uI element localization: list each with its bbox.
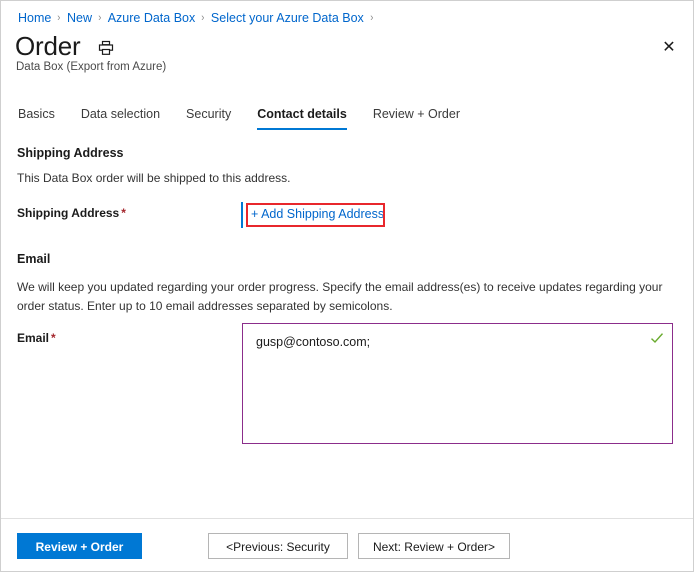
- add-shipping-address-control[interactable]: + Add Shipping Address: [241, 202, 391, 228]
- breadcrumb: Home › New › Azure Data Box › Select you…: [18, 9, 379, 27]
- title-row: Order: [15, 31, 114, 61]
- email-input-value: gusp@contoso.com;: [256, 335, 371, 349]
- order-blade-window: Home › New › Azure Data Box › Select you…: [0, 0, 694, 572]
- breadcrumb-item-azure-data-box[interactable]: Azure Data Box: [108, 11, 196, 25]
- email-description: We will keep you updated regarding your …: [17, 280, 663, 313]
- breadcrumb-item-home[interactable]: Home: [18, 11, 51, 25]
- page-subtitle: Data Box (Export from Azure): [16, 61, 167, 73]
- tab-security[interactable]: Security: [186, 107, 231, 130]
- tab-bar: Basics Data selection Security Contact d…: [18, 107, 486, 135]
- tab-contact-details[interactable]: Contact details: [257, 107, 347, 130]
- next-review-order-button[interactable]: Next: Review + Order>: [358, 532, 510, 559]
- page-title: Order: [15, 31, 81, 61]
- printer-icon[interactable]: [98, 40, 114, 56]
- previous-security-button[interactable]: <Previous: Security: [208, 532, 348, 559]
- required-marker: *: [121, 206, 126, 220]
- email-heading: Email: [17, 252, 51, 266]
- required-marker: *: [51, 331, 56, 345]
- tab-basics[interactable]: Basics: [18, 107, 55, 130]
- tab-review-order[interactable]: Review + Order: [373, 107, 460, 130]
- email-input[interactable]: gusp@contoso.com;: [242, 323, 673, 444]
- tab-data-selection[interactable]: Data selection: [81, 107, 160, 130]
- close-icon[interactable]: ✕: [658, 37, 680, 59]
- breadcrumb-item-select-your-azure-data-box[interactable]: Select your Azure Data Box: [211, 11, 364, 25]
- shipping-address-description: This Data Box order will be shipped to t…: [17, 171, 291, 185]
- breadcrumb-separator-icon: ›: [98, 12, 102, 24]
- breadcrumb-item-new[interactable]: New: [67, 11, 92, 25]
- breadcrumb-separator-icon: ›: [57, 12, 61, 24]
- email-field-label: Email *: [17, 331, 56, 345]
- check-icon: [650, 331, 664, 345]
- add-shipping-address-link[interactable]: + Add Shipping Address: [243, 202, 391, 228]
- breadcrumb-separator-icon: ›: [201, 12, 205, 24]
- footer-bar: Review + Order <Previous: Security Next:…: [1, 519, 693, 571]
- shipping-address-label-text: Shipping Address: [17, 206, 120, 220]
- review-and-order-button[interactable]: Review + Order: [17, 532, 142, 559]
- email-label-text: Email: [17, 331, 50, 345]
- shipping-address-field-label: Shipping Address *: [17, 206, 126, 220]
- shipping-address-heading: Shipping Address: [17, 146, 124, 160]
- breadcrumb-separator-icon: ›: [370, 12, 374, 24]
